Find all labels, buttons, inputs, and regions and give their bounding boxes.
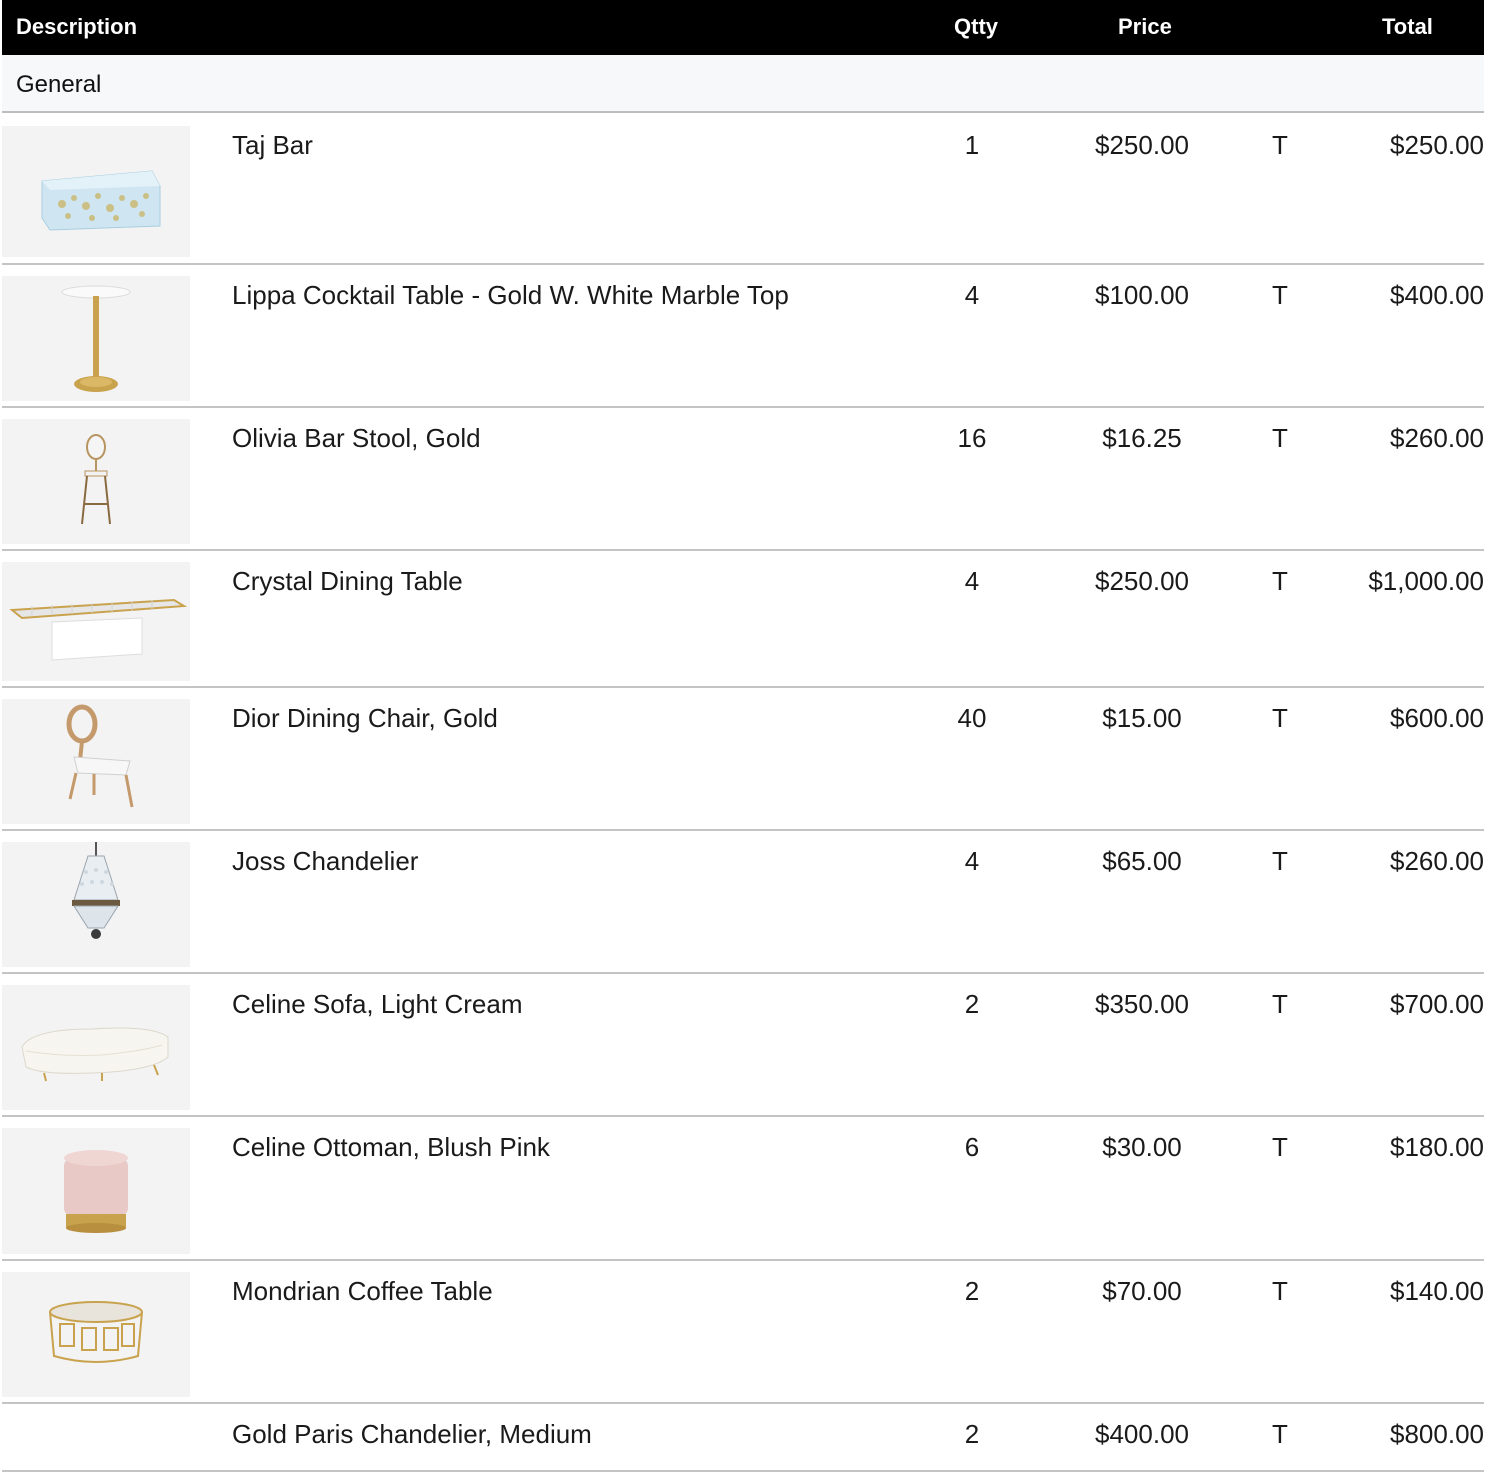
- table-header: Description Qtty Price Total: [2, 0, 1484, 55]
- item-tax: T: [1272, 566, 1288, 596]
- item-qty: 4: [964, 566, 980, 596]
- ottoman-image: [2, 1128, 190, 1254]
- item-qty: 2: [964, 989, 980, 1019]
- item-price: $15.00: [1102, 703, 1182, 733]
- item-price: $100.00: [1095, 280, 1189, 310]
- item-tax: T: [1272, 130, 1288, 160]
- table-row: Celine Sofa, Light Cream 2 $350.00 T $70…: [2, 974, 1484, 1117]
- header-description: Description: [16, 14, 138, 39]
- header-price: Price: [1118, 14, 1172, 39]
- item-price: $70.00: [1102, 1276, 1182, 1306]
- item-total: $180.00: [1390, 1132, 1484, 1162]
- item-tax: T: [1272, 1419, 1288, 1449]
- item-tax: T: [1272, 280, 1288, 310]
- table-row: Gold Paris Chandelier, Medium 2 $400.00 …: [2, 1404, 1484, 1472]
- table-row: Celine Ottoman, Blush Pink 6 $30.00 T $1…: [2, 1117, 1484, 1261]
- item-total: $140.00: [1390, 1276, 1484, 1306]
- item-total: $800.00: [1390, 1419, 1484, 1449]
- item-qty: 4: [964, 280, 980, 310]
- item-description: Celine Sofa, Light Cream: [232, 989, 523, 1019]
- table-row: Lippa Cocktail Table - Gold W. White Mar…: [2, 265, 1484, 408]
- item-price: $16.25: [1102, 423, 1182, 453]
- section-header: General: [2, 55, 1484, 113]
- item-qty: 16: [957, 423, 987, 453]
- coffee-table-image: [2, 1272, 190, 1397]
- cocktail-table-image: [2, 276, 190, 401]
- item-price: $250.00: [1095, 130, 1189, 160]
- item-description: Joss Chandelier: [232, 846, 419, 876]
- item-description: Lippa Cocktail Table - Gold W. White Mar…: [232, 280, 789, 310]
- item-qty: 1: [964, 130, 980, 160]
- table-row: Crystal Dining Table 4 $250.00 T $1,000.…: [2, 551, 1484, 688]
- quote-page: Description Qtty Price Total General Taj…: [0, 0, 1485, 1472]
- dining-table-image: [2, 562, 190, 681]
- item-tax: T: [1272, 423, 1288, 453]
- item-price: $350.00: [1095, 989, 1189, 1019]
- item-price: $30.00: [1102, 1132, 1182, 1162]
- item-total: $1,000.00: [1368, 566, 1484, 596]
- section-title: General: [16, 71, 102, 98]
- item-description: Celine Ottoman, Blush Pink: [232, 1132, 550, 1162]
- item-qty: 4: [964, 846, 980, 876]
- table-row: Joss Chandelier 4 $65.00 T $260.00: [2, 831, 1484, 974]
- table-row: Dior Dining Chair, Gold 40 $15.00 T $600…: [2, 688, 1484, 831]
- item-total: $260.00: [1390, 846, 1484, 876]
- item-description: Taj Bar: [232, 130, 313, 160]
- chandelier-image: [2, 842, 190, 967]
- item-total: $700.00: [1390, 989, 1484, 1019]
- header-qty: Qtty: [954, 14, 998, 39]
- item-total: $600.00: [1390, 703, 1484, 733]
- item-qty: 2: [964, 1419, 980, 1449]
- item-total: $400.00: [1390, 280, 1484, 310]
- item-total: $260.00: [1390, 423, 1484, 453]
- item-description: Crystal Dining Table: [232, 566, 463, 596]
- item-price: $65.00: [1102, 846, 1182, 876]
- item-tax: T: [1272, 1132, 1288, 1162]
- table-row: Mondrian Coffee Table 2 $70.00 T $140.00: [2, 1261, 1484, 1404]
- table-row: Olivia Bar Stool, Gold 16 $16.25 T $260.…: [2, 408, 1484, 551]
- item-price: $400.00: [1095, 1419, 1189, 1449]
- item-qty: 6: [964, 1132, 980, 1162]
- item-tax: T: [1272, 989, 1288, 1019]
- item-description: Dior Dining Chair, Gold: [232, 703, 498, 733]
- dining-chair-image: [2, 699, 190, 824]
- item-qty: 2: [964, 1276, 980, 1306]
- item-total: $250.00: [1390, 130, 1484, 160]
- header-total: Total: [1382, 14, 1433, 39]
- item-description: Olivia Bar Stool, Gold: [232, 423, 481, 453]
- item-tax: T: [1272, 1276, 1288, 1306]
- bar-stool-image: [2, 419, 190, 544]
- item-description: Mondrian Coffee Table: [232, 1276, 493, 1306]
- bar-image: [2, 126, 190, 257]
- item-description: Gold Paris Chandelier, Medium: [232, 1419, 592, 1449]
- item-price: $250.00: [1095, 566, 1189, 596]
- item-tax: T: [1272, 703, 1288, 733]
- item-tax: T: [1272, 846, 1288, 876]
- sofa-image: [2, 985, 190, 1110]
- item-qty: 40: [957, 703, 987, 733]
- table-row: Taj Bar 1 $250.00 T $250.00: [2, 115, 1484, 265]
